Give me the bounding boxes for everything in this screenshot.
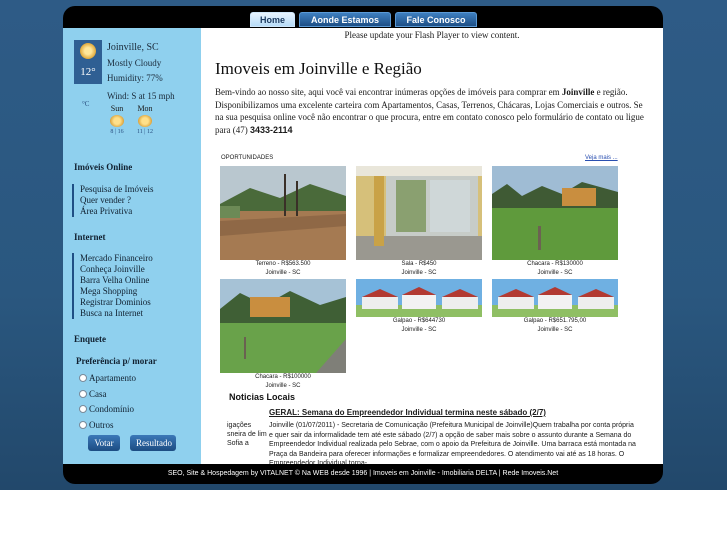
farm-image <box>492 166 618 260</box>
forecast-day-name: Mon <box>137 104 153 113</box>
radio-button[interactable] <box>79 374 87 382</box>
current-temperature: 12° <box>80 66 96 78</box>
property-photo-warehouse[interactable] <box>492 279 618 317</box>
property-photo-farm[interactable] <box>492 166 618 260</box>
tab-fale-conosco[interactable]: Fale Conosco <box>395 12 477 27</box>
forecast-day: Sun 8 | 16 <box>102 104 132 135</box>
property-card[interactable]: Galpao - R$651.795,00 Joinville - SC <box>492 279 618 335</box>
section-title-enquete: Enquete <box>74 334 107 344</box>
property-price: Chacara - R$100000 <box>255 374 311 380</box>
link-mega-shopping[interactable]: Mega Shopping <box>72 286 153 297</box>
imoveis-links: Pesquisa de Imóveis Quer vender ? Área P… <box>72 184 154 217</box>
link-area-privativa[interactable]: Área Privativa <box>72 206 154 217</box>
radio-button[interactable] <box>79 390 87 398</box>
page-title: Imoveis em Joinville e Região <box>215 59 422 78</box>
tab-home[interactable]: Home <box>250 12 295 27</box>
property-price: Sala - R$450 <box>401 261 437 267</box>
property-card[interactable]: Chacara - R$130000 Joinville - SC <box>492 166 618 278</box>
forecast-day-name: Sun <box>110 104 124 113</box>
property-city: Joinville - SC <box>537 270 573 276</box>
property-price: Galpao - R$644730 <box>392 318 446 324</box>
poll-option-label: Apartamento <box>89 373 136 383</box>
warehouse-image <box>492 279 618 317</box>
poll-option-label: Condomínio <box>89 404 135 414</box>
property-city: Joinville - SC <box>401 327 437 333</box>
poll-option[interactable]: Casa <box>79 389 107 399</box>
property-price: Terreno - R$563.500 <box>255 261 311 267</box>
property-card[interactable]: Galpao - R$644730 Joinville - SC <box>356 279 482 335</box>
farm2-image <box>220 279 346 373</box>
link-mercado-financeiro[interactable]: Mercado Financeiro <box>72 253 153 264</box>
property-city: Joinville - SC <box>401 270 437 276</box>
link-busca-internet[interactable]: Busca na Internet <box>72 308 153 319</box>
property-city: Joinville - SC <box>265 270 301 276</box>
vote-button[interactable]: Votar <box>88 435 120 451</box>
see-more-link[interactable]: Veja mais ... <box>585 155 618 161</box>
poll-option[interactable]: Condomínio <box>79 404 134 414</box>
radio-button[interactable] <box>79 405 87 413</box>
news-headline-link[interactable]: GERAL: Semana do Empreendedor Individual… <box>269 408 639 417</box>
property-card[interactable]: Sala - R$450 Joinville - SC <box>356 166 482 278</box>
property-photo-warehouse[interactable] <box>356 279 482 317</box>
intro-phone: 3433-2114 <box>249 124 293 135</box>
property-photo-farm2[interactable] <box>220 279 346 373</box>
land-image <box>220 166 346 260</box>
site-frame: Home Aonde Estamos Fale Conosco 12° Join… <box>63 6 663 484</box>
sunny-icon <box>138 115 152 127</box>
footer: SEO, Site & Hospedagem by VITALNET © Na … <box>167 470 559 477</box>
forecast-range: 8 | 16 <box>110 129 124 135</box>
link-quer-vender[interactable]: Quer vender ? <box>72 195 154 206</box>
partly-sunny-icon <box>80 43 96 59</box>
property-photo-land[interactable] <box>220 166 346 260</box>
temperature-unit-toggle[interactable]: °C <box>82 98 89 108</box>
link-pesquisa-imoveis[interactable]: Pesquisa de Imóveis <box>72 184 154 195</box>
property-city: Joinville - SC <box>537 327 573 333</box>
poll-option[interactable]: Apartamento <box>79 373 136 383</box>
link-barra-velha[interactable]: Barra Velha Online <box>72 275 153 286</box>
link-conheca-joinville[interactable]: Conheça Joinville <box>72 264 153 275</box>
sidebar: 12° Joinville, SC Mostly Cloudy Humidity… <box>63 28 201 464</box>
intro-text: Bem-vindo ao nosso site, aqui você vai e… <box>215 86 653 136</box>
internet-links: Mercado Financeiro Conheça Joinville Bar… <box>72 253 153 319</box>
weather-condition: Mostly Cloudy <box>107 58 162 68</box>
intro-city: Joinville <box>561 87 595 97</box>
news-ticker-fragment: igações sneira de lim Sofia a <box>227 422 267 447</box>
flash-message: Please update your Flash Player to view … <box>344 30 520 40</box>
main-content: Please update your Flash Player to view … <box>201 28 663 464</box>
poll-option[interactable]: Outros <box>79 420 114 430</box>
weather-wind: Wind: S at 15 mph <box>107 91 175 101</box>
forecast-day: Mon 11 | 12 <box>130 104 160 135</box>
intro-part: Bem-vindo ao nosso site, aqui você vai e… <box>215 87 562 97</box>
room-image <box>356 166 482 260</box>
property-price: Chacara - R$130000 <box>527 261 583 267</box>
property-card[interactable]: Terreno - R$563.500 Joinville - SC <box>220 166 346 278</box>
link-registrar-dominios[interactable]: Registrar Dominios <box>72 297 153 308</box>
tab-aonde-estamos[interactable]: Aonde Estamos <box>299 12 391 27</box>
property-photo-room[interactable] <box>356 166 482 260</box>
property-card[interactable]: Chacara - R$100000 Joinville - SC <box>220 279 346 391</box>
partly-sunny-icon <box>110 115 124 127</box>
news-section-title: Noticias Locais <box>229 392 296 402</box>
weather-icon-box: 12° <box>74 40 102 84</box>
weather-city: Joinville, SC <box>107 42 159 53</box>
poll-question: Preferência p/ morar <box>76 356 157 366</box>
result-button[interactable]: Resultado <box>130 435 176 451</box>
section-title-imoveis: Imóveis Online <box>74 162 133 172</box>
property-city: Joinville - SC <box>265 383 301 389</box>
forecast-range: 11 | 12 <box>137 129 153 135</box>
warehouse-image <box>356 279 482 317</box>
poll-option-label: Outros <box>89 420 114 430</box>
opportunities-label: OPORTUNIDADES <box>221 155 274 161</box>
poll-option-label: Casa <box>89 389 107 399</box>
weather-humidity: Humidity: 77% <box>107 73 163 83</box>
radio-button[interactable] <box>79 421 87 429</box>
section-title-internet: Internet <box>74 232 106 242</box>
property-price: Galpao - R$651.795,00 <box>523 318 587 324</box>
news-body: Joinville (01/07/2011) - Secretaria de C… <box>269 422 636 464</box>
top-navigation: Home Aonde Estamos Fale Conosco <box>63 6 663 28</box>
news-item: GERAL: Semana do Empreendedor Individual… <box>269 408 639 464</box>
